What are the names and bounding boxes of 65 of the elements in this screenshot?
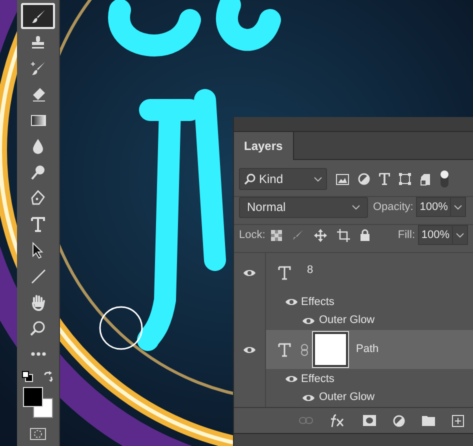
eye-icon[interactable] (243, 268, 256, 277)
line-icon (30, 268, 46, 284)
folder-icon[interactable] (422, 415, 435, 426)
type-layer-icon (278, 266, 291, 280)
filter-toggle-icon[interactable] (440, 170, 449, 188)
opacity-label: Opacity: (373, 200, 414, 215)
blend-mode-dropdown[interactable]: Normal (239, 196, 368, 218)
effects-label: Effects (301, 372, 334, 387)
eye-icon[interactable] (243, 346, 256, 354)
effect-name: Outer Glow (319, 313, 375, 328)
type-layer-icon (278, 342, 291, 357)
search-icon (244, 173, 256, 185)
fill-field[interactable]: 100% (418, 225, 468, 245)
default-colors-icon[interactable] (22, 371, 33, 382)
move-icon[interactable] (314, 228, 328, 242)
chevron-icon (454, 204, 462, 210)
swap-colors-icon[interactable] (43, 371, 54, 382)
tool-button[interactable] (21, 3, 55, 29)
zoom-icon (30, 320, 46, 336)
crop-icon[interactable] (337, 228, 350, 242)
smart-object-filter-icon[interactable] (420, 172, 431, 186)
effect-name: Outer Glow (319, 390, 375, 406)
eye-icon[interactable] (285, 298, 298, 306)
mask-thumbnail[interactable] (313, 332, 348, 368)
checkerboard-icon[interactable] (271, 230, 282, 240)
fill-value: 100% (420, 228, 451, 243)
lock-label: Lock: (239, 228, 266, 243)
stamp-icon (30, 34, 46, 50)
foreground-color-swatch[interactable] (23, 387, 43, 407)
quick-mask-icon[interactable] (30, 428, 46, 440)
fill-label: Fill: (398, 228, 415, 243)
chevron-icon (314, 176, 322, 182)
more-icon (30, 352, 46, 356)
add-layer-icon[interactable] (452, 414, 464, 426)
effects-label: Effects (301, 294, 334, 310)
filter-value: Kind (259, 171, 284, 188)
image-filter-icon[interactable] (336, 174, 349, 184)
adjustment-filter-icon[interactable] (358, 173, 370, 185)
filter-dropdown[interactable]: Kind (239, 168, 327, 190)
mask-icon[interactable] (363, 415, 376, 426)
adjustment-icon[interactable] (393, 414, 405, 426)
fx-icon[interactable] (330, 414, 346, 428)
opacity-field[interactable]: 100% (416, 197, 466, 217)
brush-icon[interactable] (292, 229, 304, 241)
healing-brush-icon (30, 60, 46, 76)
blend-mode-value: Normal (247, 199, 287, 216)
chain-link-icon (301, 344, 308, 356)
brush-icon (30, 8, 46, 24)
type-filter-icon[interactable] (379, 173, 390, 185)
shape-filter-icon[interactable] (399, 173, 411, 185)
layer-row[interactable]: Path (234, 330, 473, 370)
hand-icon (30, 294, 46, 310)
layer-name: Path (356, 342, 379, 358)
layer-name: 8 (307, 263, 314, 278)
chevron-icon (352, 204, 360, 210)
eye-icon[interactable] (302, 394, 315, 402)
chevron-icon (456, 232, 464, 238)
pen-icon (30, 190, 46, 206)
eye-icon[interactable] (285, 374, 298, 383)
type-icon (30, 216, 46, 232)
dodge-icon (30, 164, 46, 180)
lock-icon[interactable] (360, 229, 370, 241)
layers-tab[interactable]: Layers (234, 132, 294, 160)
eye-icon[interactable] (302, 316, 315, 325)
opacity-value: 100% (418, 200, 449, 215)
